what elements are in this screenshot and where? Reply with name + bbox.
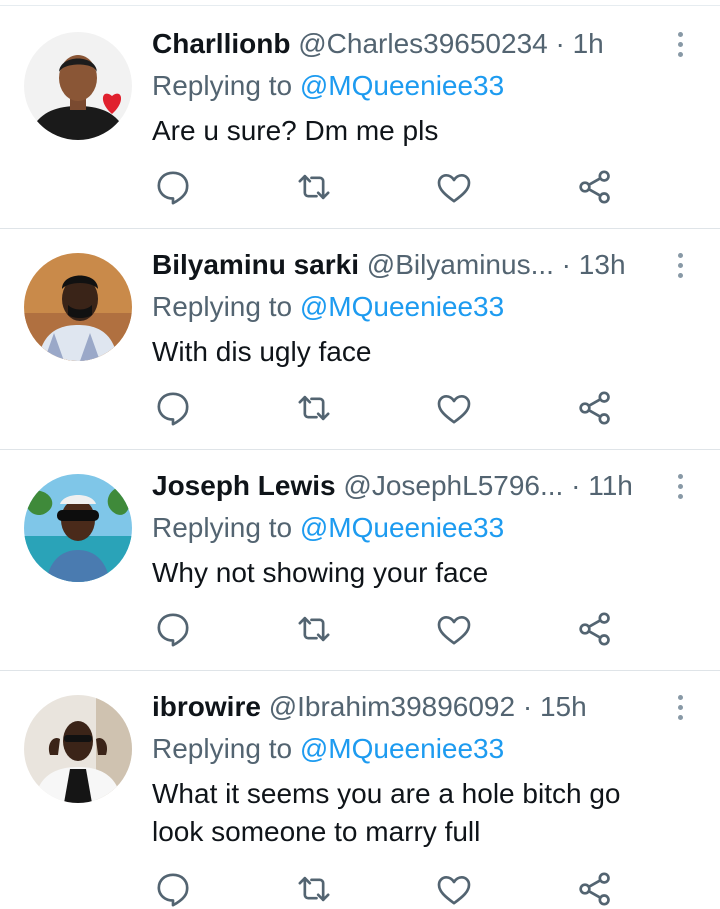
timestamp[interactable]: 1h <box>573 28 604 59</box>
retweet-icon[interactable] <box>294 609 334 649</box>
reply-icon[interactable] <box>153 167 193 207</box>
avatar[interactable] <box>24 695 132 803</box>
separator-dot: · <box>547 28 573 59</box>
share-icon[interactable] <box>575 167 615 207</box>
separator-dot: · <box>515 691 540 722</box>
mention-link[interactable]: @MQueeniee33 <box>300 733 504 764</box>
separator-dot: · <box>553 249 579 280</box>
tweet-text: Are u sure? Dm me pls <box>152 115 439 146</box>
display-name[interactable]: Charllionb <box>152 28 290 59</box>
reply-tweet[interactable]: ibrowire @Ibrahim39896092 · 15h Replying… <box>0 671 720 907</box>
heart-icon[interactable] <box>434 388 474 428</box>
retweet-icon[interactable] <box>294 388 334 428</box>
reply-tweet[interactable]: Joseph Lewis @JosephL5796... · 11h Reply… <box>0 450 720 671</box>
avatar[interactable] <box>24 474 132 582</box>
heart-icon[interactable] <box>434 167 474 207</box>
user-handle[interactable]: @Charles39650234 <box>298 28 547 59</box>
replying-to-line: Replying to @MQueeniee33 <box>152 290 504 324</box>
share-icon[interactable] <box>575 609 615 649</box>
tweet-text: With dis ugly face <box>152 336 372 367</box>
user-handle[interactable]: @JosephL5796... <box>343 470 563 501</box>
replying-to-label: Replying to <box>152 70 300 101</box>
more-options-icon[interactable] <box>670 690 690 724</box>
user-handle[interactable]: @Bilyaminus... <box>367 249 554 280</box>
user-handle[interactable]: @Ibrahim39896092 <box>269 691 515 722</box>
more-options-icon[interactable] <box>670 469 690 503</box>
heart-icon[interactable] <box>434 609 474 649</box>
replying-to-line: Replying to @MQueeniee33 <box>152 732 504 766</box>
mention-link[interactable]: @MQueeniee33 <box>300 512 504 543</box>
more-options-icon[interactable] <box>670 248 690 282</box>
reply-tweet[interactable]: Bilyaminu sarki @Bilyaminus... · 13h Rep… <box>0 229 720 450</box>
reply-icon[interactable] <box>153 869 193 909</box>
more-options-icon[interactable] <box>670 27 690 61</box>
avatar[interactable] <box>24 32 132 140</box>
heart-icon[interactable] <box>434 869 474 909</box>
retweet-icon[interactable] <box>294 167 334 207</box>
tweet-text: What it seems you are a hole bitch go lo… <box>152 778 621 847</box>
replying-to-line: Replying to @MQueeniee33 <box>152 69 504 103</box>
replying-to-label: Replying to <box>152 733 300 764</box>
timestamp[interactable]: 13h <box>579 249 626 280</box>
mention-link[interactable]: @MQueeniee33 <box>300 70 504 101</box>
display-name[interactable]: Bilyaminu sarki <box>152 249 359 280</box>
retweet-icon[interactable] <box>294 869 334 909</box>
tweet-text: Why not showing your face <box>152 557 489 588</box>
replying-to-label: Replying to <box>152 291 300 322</box>
replying-to-label: Replying to <box>152 512 300 543</box>
share-icon[interactable] <box>575 388 615 428</box>
separator-dot: · <box>563 470 589 501</box>
share-icon[interactable] <box>575 869 615 909</box>
display-name[interactable]: Joseph Lewis <box>152 470 336 501</box>
display-name[interactable]: ibrowire <box>152 691 261 722</box>
timestamp[interactable]: 15h <box>540 691 587 722</box>
reply-icon[interactable] <box>153 609 193 649</box>
replying-to-line: Replying to @MQueeniee33 <box>152 511 504 545</box>
mention-link[interactable]: @MQueeniee33 <box>300 291 504 322</box>
reply-tweet[interactable]: Charllionb @Charles39650234 · 1h Replyin… <box>0 0 720 228</box>
timestamp[interactable]: 11h <box>588 470 633 501</box>
avatar[interactable] <box>24 253 132 361</box>
reply-icon[interactable] <box>153 388 193 428</box>
